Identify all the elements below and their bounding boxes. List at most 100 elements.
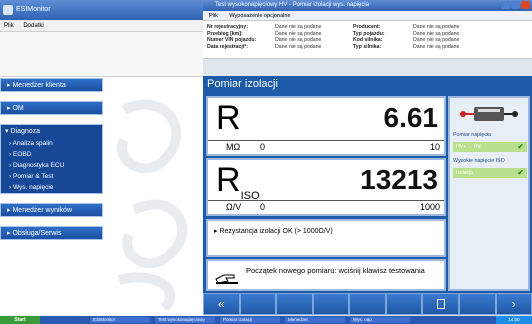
iso-section-label: Wysokie napięcie ISO: [453, 158, 505, 164]
nav-sub-exhaust[interactable]: › Analiza spalin: [1, 138, 102, 149]
right-window-title: Test wysokonapięciowy HV - Pomiar izolac…: [215, 2, 370, 8]
menu-file[interactable]: Plik: [4, 23, 14, 29]
system-tray-clock: 14:00: [496, 316, 532, 324]
maximize-button[interactable]: [511, 1, 520, 9]
value-registration-date: Dane nie są podane: [275, 43, 322, 50]
hint-message: Początek nowego pomiaru: wciśnij klawisz…: [246, 266, 425, 275]
nav-results-manager-label: Menedżer wyników: [12, 207, 72, 214]
resistance-meter: R 6.61 MΩ 0 10: [206, 96, 446, 156]
value-registration: Dane nie są podane: [275, 24, 322, 30]
label-engine-type: Typ silnika:: [353, 43, 382, 50]
nav-sub-ecu-label: Diagnostyka ECU: [12, 162, 65, 169]
toolbar-button-3[interactable]: [276, 293, 313, 315]
isolation-scale-max: 1000: [419, 202, 440, 212]
nav-sub-measure-test-label: Pomiar & Test: [12, 173, 54, 180]
left-menubar: Plik Dodatki: [0, 20, 203, 32]
check-icon: ✔: [517, 142, 524, 151]
toolbar-button-8[interactable]: [458, 293, 496, 315]
label-registration-date: Data rejestracji*:: [207, 43, 248, 50]
toolbar-button-6[interactable]: [385, 293, 423, 315]
minimize-button[interactable]: [501, 1, 510, 9]
start-button[interactable]: Start: [0, 316, 40, 324]
hv-status-bar: HV+ → HV- ✔: [453, 142, 527, 152]
next-button[interactable]: ›: [495, 293, 532, 315]
label-vin: Numer VIN pojazdu:: [207, 37, 257, 44]
right-window-titlebar: Test wysokonapięciowy HV - Pomiar izolac…: [203, 0, 532, 11]
nav-sub-eobd-label: EOBD: [12, 151, 32, 158]
isolation-symbol-letter: R: [216, 161, 241, 199]
label-mileage: Przebieg [km]:: [207, 30, 243, 37]
resistance-scale-min: 0: [260, 142, 266, 152]
close-button[interactable]: [521, 1, 530, 9]
vehicle-info-left-values: Dane nie są podane Dane nie są podane Da…: [275, 24, 321, 50]
left-window-title: ESIMonitor: [16, 6, 51, 13]
result-message: ▸ Rezystancja izolacji OK (> 1000Ω/V): [214, 228, 333, 235]
nav-sub-eobd[interactable]: › EOBD: [1, 149, 102, 160]
taskbar-item-3[interactable]: Pomiar izolacji: [220, 317, 280, 323]
menu-optional-equipment[interactable]: Wyposażenie opcjonalne: [229, 13, 290, 19]
label-engine-code: Kod silnika:: [353, 37, 383, 44]
nav-group-diagnosis-label: Diagnoza: [10, 128, 41, 135]
nav-sub-high-voltage-label: Wys. napięcie: [12, 184, 54, 191]
decorative-swirl-graphic: [117, 99, 188, 310]
isolation-unit: Ω/V: [226, 202, 242, 212]
resistance-unit: MΩ: [226, 142, 241, 152]
nav-group-diagnosis-header[interactable]: ▾ Diagnoza: [1, 125, 102, 138]
taskbar-item-1[interactable]: ESIMonitor: [90, 317, 150, 323]
nav-om-label: OM: [12, 105, 24, 112]
label-registration: Nr rejestracyjny:: [207, 24, 248, 30]
print-button[interactable]: [422, 293, 459, 315]
nav-group-diagnosis: ▾ Diagnoza › Analiza spalin › EOBD › Dia…: [0, 124, 103, 194]
hand-pointer-icon: [215, 274, 238, 284]
value-engine-type: Dane nie są podane: [413, 43, 460, 50]
nav-service-label: Obsługa/Serwis: [12, 230, 62, 237]
taskbar-item-5[interactable]: Wys. nap.: [350, 317, 410, 323]
isolation-status-label: Izolacja: [456, 170, 473, 176]
resistance-scale: MΩ 0 10: [208, 140, 444, 154]
isolation-resistance-meter: RISO 13213 Ω/V 0 1000: [206, 158, 446, 216]
vehicle-info-left-labels: Nr rejestracyjny: Przebieg [km]: Numer V…: [207, 24, 256, 50]
toolbar-button-4[interactable]: [312, 293, 350, 315]
nav-om[interactable]: ▸ OM: [0, 101, 103, 115]
label-manufacturer: Producent:: [353, 24, 381, 30]
nav-sub-measure-test[interactable]: › Pomiar & Test: [1, 171, 102, 182]
taskbar-item-2[interactable]: Test wysokonapięciowy: [155, 317, 215, 323]
screen: ESIMonitor Plik Dodatki ▸ Menedżer klien…: [0, 0, 532, 324]
hint-message-box: Początek nowego pomiaru: wciśnij klawisz…: [206, 259, 446, 291]
value-manufacturer: Dane nie są podane: [413, 24, 460, 30]
label-vehicle-type: Typ pojazdu:: [353, 30, 385, 37]
toolbar-button-2[interactable]: [239, 293, 277, 315]
taskbar: Start ESIMonitor Test wysokonapięciowy P…: [0, 316, 532, 324]
nav-sub-high-voltage[interactable]: › Wys. napięcie: [1, 182, 102, 193]
back-button[interactable]: «: [203, 293, 240, 315]
vehicle-info-right-labels: Producent: Typ pojazdu: Kod silnika: Typ…: [353, 24, 385, 50]
nav-sub-exhaust-label: Analiza spalin: [12, 140, 53, 147]
resistance-value: 6.61: [383, 102, 439, 133]
document-icon: [436, 299, 445, 309]
hv-status-label: HV+ → HV-: [456, 144, 482, 150]
menu-extras[interactable]: Dodatki: [23, 23, 43, 29]
battery-tester-icon: [460, 107, 518, 121]
right-menubar: Plik Wyposażenie opcjonalne: [203, 11, 532, 21]
result-message-text: Rezystancja izolacji OK (> 1000Ω/V): [219, 228, 333, 235]
result-message-box: ▸ Rezystancja izolacji OK (> 1000Ω/V): [206, 219, 446, 257]
nav-sub-ecu[interactable]: › Diagnostyka ECU: [1, 160, 102, 171]
status-side-panel: Pomiar napięcia HV+ → HV- ✔ Wysokie napi…: [448, 96, 530, 291]
nav-customer-manager[interactable]: ▸ Menedżer klienta: [0, 78, 103, 92]
page-title: Pomiar izolacji: [203, 76, 532, 93]
value-vehicle-type: Dane nie są podane: [413, 30, 460, 37]
value-mileage: Dane nie są podane: [275, 30, 322, 37]
nav-service[interactable]: ▸ Obsługa/Serwis: [0, 226, 103, 240]
taskbar-item-4[interactable]: Menedżer: [285, 317, 345, 323]
resistance-scale-max: 10: [429, 142, 440, 152]
menu-file-right[interactable]: Plik: [209, 13, 218, 19]
value-vin: Dane nie są podane: [275, 37, 322, 44]
isolation-scale: Ω/V 0 1000: [208, 200, 444, 214]
vehicle-info-panel: Nr rejestracyjny: Przebieg [km]: Numer V…: [203, 21, 532, 59]
nav-results-manager[interactable]: ▸ Menedżer wyników: [0, 203, 103, 217]
toolbar-button-5[interactable]: [349, 293, 386, 315]
left-window-titlebar: ESIMonitor: [0, 0, 203, 20]
app-icon: [3, 5, 13, 15]
resistance-symbol: R: [216, 99, 241, 137]
vehicle-info-right-values: Dane nie są podane Dane nie są podane Da…: [413, 24, 459, 50]
